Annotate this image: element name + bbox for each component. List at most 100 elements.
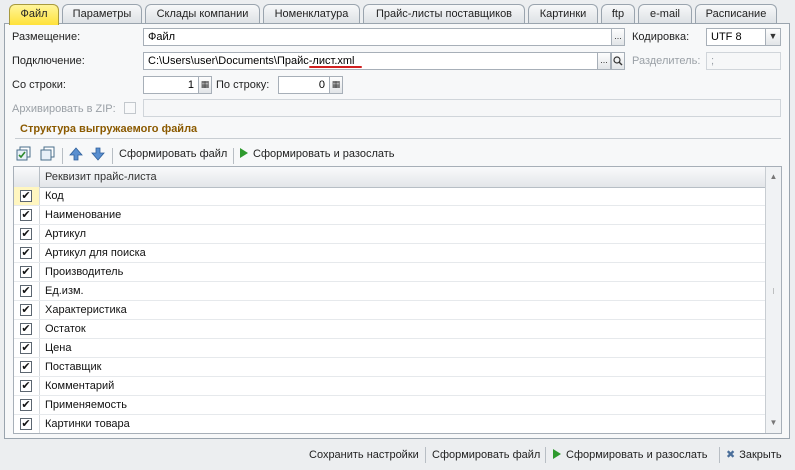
close-icon: ✖ — [726, 449, 736, 461]
row-check-cell: ✔ — [14, 225, 40, 243]
encoding-select[interactable]: UTF 8 — [706, 28, 766, 46]
header-check-column — [14, 167, 40, 187]
row-checkbox[interactable]: ✔ — [20, 228, 32, 240]
tab-parameters[interactable]: Параметры — [62, 4, 142, 24]
form-and-send-label: Сформировать и разослать — [253, 148, 395, 160]
bottom-form-and-send-label: Сформировать и разослать — [566, 449, 708, 461]
connection-field[interactable]: C:\Users\user\Documents\Прайс-лист.xml — [143, 52, 598, 70]
toolbar-separator — [112, 148, 113, 164]
row-checkbox[interactable]: ✔ — [20, 380, 32, 392]
tab-nomenclature[interactable]: Номенклатура — [263, 4, 360, 24]
row-checkbox[interactable]: ✔ — [20, 361, 32, 373]
row-check-cell: ✔ — [14, 263, 40, 281]
row-requisite-name: Артикул — [45, 228, 87, 240]
tab-email[interactable]: e-mail — [638, 4, 692, 24]
table-row[interactable]: ✔ Комментарий — [14, 377, 765, 396]
vertical-scrollbar[interactable]: ▲ ⁝ ▼ — [765, 167, 781, 433]
row-requisite-name: Комментарий — [45, 380, 115, 392]
tab-ftp[interactable]: ftp — [601, 4, 635, 24]
row-check-cell: ✔ — [14, 244, 40, 262]
bottom-separator — [719, 447, 720, 463]
placement-select-button[interactable]: ... — [611, 28, 625, 46]
tab-file[interactable]: Файл — [9, 4, 59, 25]
calculator-icon[interactable]: ▦ — [198, 76, 212, 94]
bottom-separator — [425, 447, 426, 463]
scroll-down-icon[interactable]: ▼ — [766, 415, 781, 431]
table-row[interactable]: ✔ Применяемость — [14, 396, 765, 415]
row-checkbox[interactable]: ✔ — [20, 304, 32, 316]
row-requisite-name: Картинки товара — [45, 418, 130, 430]
row-checkbox[interactable]: ✔ — [20, 209, 32, 221]
from-row-field[interactable]: 1 — [143, 76, 199, 94]
form-file-button[interactable]: Сформировать файл — [119, 144, 227, 164]
connection-select-button[interactable]: ... — [597, 52, 611, 70]
table-row[interactable]: ✔ Остаток — [14, 320, 765, 339]
save-settings-button[interactable]: Сохранить настройки — [309, 446, 419, 464]
row-check-cell: ✔ — [14, 206, 40, 224]
row-check-cell: ✔ — [14, 415, 40, 433]
from-row-label: Со строки: — [12, 79, 66, 91]
toolbar-separator — [233, 148, 234, 164]
separator-field: ; — [706, 52, 781, 70]
table-row[interactable]: ✔ Артикул — [14, 225, 765, 244]
row-checkbox[interactable]: ✔ — [20, 285, 32, 297]
arrow-up-icon[interactable] — [68, 146, 84, 162]
connection-label: Подключение: — [12, 55, 85, 67]
tab-pictures[interactable]: Картинки — [528, 4, 598, 24]
row-requisite-name: Цена — [45, 342, 72, 354]
row-check-cell: ✔ — [14, 301, 40, 319]
header-requisite: Реквизит прайс-листа — [45, 171, 157, 183]
table-row[interactable]: ✔ Картинки товара — [14, 415, 765, 433]
chevron-down-icon[interactable]: ▼ — [765, 28, 781, 46]
bottom-form-file-button[interactable]: Сформировать файл — [432, 446, 540, 464]
row-requisite-name: Код — [45, 190, 64, 202]
tab-company-warehouses[interactable]: Склады компании — [145, 4, 260, 24]
tab-supplier-pricelists[interactable]: Прайс-листы поставщиков — [363, 4, 525, 24]
row-requisite-name: Характеристика — [45, 304, 127, 316]
check-all-icon[interactable] — [16, 146, 32, 162]
archive-zip-field — [143, 99, 781, 117]
placement-field[interactable]: Файл — [143, 28, 612, 46]
archive-zip-label: Архивировать в ZIP: — [12, 103, 116, 115]
row-checkbox[interactable]: ✔ — [20, 399, 32, 411]
row-checkbox[interactable]: ✔ — [20, 266, 32, 278]
uncheck-all-icon[interactable] — [40, 146, 56, 162]
tab-schedule[interactable]: Расписание — [695, 4, 777, 24]
table-row[interactable]: ✔ Ед.изм. — [14, 282, 765, 301]
calculator-icon[interactable]: ▦ — [329, 76, 343, 94]
table-row[interactable]: ✔ Код — [14, 187, 765, 206]
row-checkbox[interactable]: ✔ — [20, 418, 32, 430]
toolbar-separator — [62, 148, 63, 164]
row-check-cell: ✔ — [14, 320, 40, 338]
scroll-grip-icon[interactable]: ⁝ — [766, 284, 781, 300]
close-button[interactable]: ✖ Закрыть — [726, 446, 782, 464]
table-row[interactable]: ✔ Характеристика — [14, 301, 765, 320]
to-row-field[interactable]: 0 — [278, 76, 330, 94]
table-row[interactable]: ✔ Производитель — [14, 263, 765, 282]
search-icon[interactable] — [611, 52, 625, 70]
row-check-cell: ✔ — [14, 377, 40, 395]
form-and-send-button[interactable]: Сформировать и разослать — [240, 144, 395, 164]
arrow-down-icon[interactable] — [90, 146, 106, 162]
row-checkbox[interactable]: ✔ — [20, 247, 32, 259]
row-check-cell: ✔ — [14, 282, 40, 300]
row-check-cell: ✔ — [14, 358, 40, 376]
play-icon — [240, 148, 248, 158]
row-requisite-name: Применяемость — [45, 399, 127, 411]
row-checkbox[interactable]: ✔ — [20, 342, 32, 354]
section-title: Структура выгружаемого файла — [20, 123, 198, 135]
bottom-separator — [545, 447, 546, 463]
row-checkbox[interactable]: ✔ — [20, 323, 32, 335]
encoding-label: Кодировка: — [632, 31, 690, 43]
table-row[interactable]: ✔ Артикул для поиска — [14, 244, 765, 263]
table-row[interactable]: ✔ Поставщик — [14, 358, 765, 377]
row-requisite-name: Остаток — [45, 323, 86, 335]
table-row[interactable]: ✔ Цена — [14, 339, 765, 358]
table-row[interactable]: ✔ Наименование — [14, 206, 765, 225]
row-requisite-name: Наименование — [45, 209, 122, 221]
archive-zip-checkbox[interactable] — [124, 102, 136, 114]
row-requisite-name: Ед.изм. — [45, 285, 84, 297]
bottom-form-and-send-button[interactable]: Сформировать и разослать — [553, 446, 708, 464]
scroll-up-icon[interactable]: ▲ — [766, 169, 781, 185]
row-checkbox[interactable]: ✔ — [20, 190, 32, 202]
